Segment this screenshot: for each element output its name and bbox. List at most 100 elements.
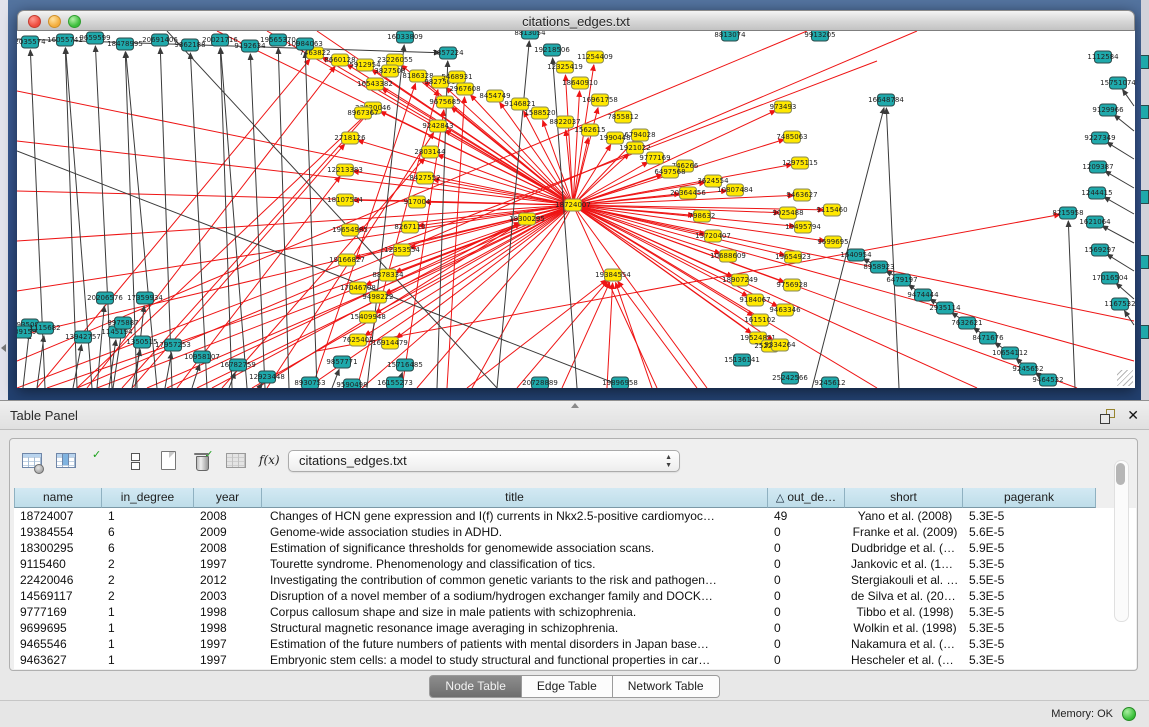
column-header-in_degree[interactable]: in_degree [102, 488, 194, 508]
window-resize-grip[interactable] [1117, 370, 1133, 386]
tab-edge-table[interactable]: Edge Table [522, 675, 613, 698]
column-header-label: pagerank [1004, 490, 1054, 504]
table-row[interactable]: 977716911998Corpus callosum shape and si… [14, 604, 1136, 620]
table-scrollbar[interactable] [1114, 460, 1129, 622]
table-settings-icon[interactable] [20, 449, 45, 474]
table-row[interactable]: 969969511998Structural magnetic resonanc… [14, 620, 1136, 636]
column-header-label: name [43, 490, 73, 504]
graph-edge [165, 353, 172, 388]
table-cell: de Silva et al. (2003) [845, 588, 963, 604]
table-row[interactable]: 946554611997Estimation of the future num… [14, 636, 1136, 652]
graph-edge [517, 281, 608, 388]
column-header-out_de[interactable]: △out_de… [768, 488, 845, 508]
table-cell: 5.6E-5 [963, 524, 1096, 540]
graph-node-label: 19384554 [595, 271, 631, 279]
graph-node-label: 1244415 [1081, 189, 1112, 197]
column-header-pagerank[interactable]: pagerank [963, 488, 1096, 508]
graph-node-label: 8267110 [394, 223, 425, 231]
split-pane-arrow-icon[interactable] [571, 403, 579, 408]
graph-node-label: 9025488 [772, 209, 803, 217]
table-row[interactable]: 911546021997Tourette syndrome. Phenomeno… [14, 556, 1136, 572]
network-canvas[interactable]: 1872400718300295193845547463822866012859… [17, 31, 1135, 388]
graph-node-label: 9184067 [739, 296, 770, 304]
graph-node-label: 5468931 [441, 73, 472, 81]
table-row[interactable]: 1456911722003Disruption of a novel membe… [14, 588, 1136, 604]
graph-node-label: 17046708 [340, 284, 376, 292]
table-cell: 5.3E-5 [963, 588, 1096, 604]
table-cell: 2008 [194, 508, 262, 524]
delete-icon[interactable] [190, 449, 215, 474]
column-header-name[interactable]: name [14, 488, 102, 508]
network-window[interactable]: citations_edges.txt 18724007183002951938… [17, 10, 1135, 388]
table-cell: 18300295 [14, 540, 102, 556]
table-scrollbar-thumb[interactable] [1116, 463, 1125, 485]
table-columns-icon[interactable] [54, 449, 79, 474]
table-row[interactable]: 946362711997Embryonic stem cells: a mode… [14, 652, 1136, 668]
memory-status-icon[interactable] [1122, 707, 1136, 721]
collapse-left-arrow-icon[interactable] [1, 344, 6, 352]
graph-node-label: 15720407 [695, 232, 731, 240]
graph-node-label: 12213383 [327, 166, 363, 174]
column-header-short[interactable]: short [845, 488, 963, 508]
status-bar: Memory: OK [0, 700, 1149, 727]
graph-node-label: 9474444 [907, 291, 939, 299]
background-node-fragment [1141, 190, 1149, 204]
close-panel-icon[interactable]: ✕ [1127, 407, 1139, 423]
table-row[interactable]: 2242004622012Investigating the contribut… [14, 572, 1136, 588]
network-window-titlebar[interactable]: citations_edges.txt [17, 10, 1135, 31]
graph-node-label: 9464532 [1032, 376, 1063, 384]
graph-edge [607, 283, 613, 388]
graph-node-label: 13942757 [65, 333, 101, 341]
rows-icon[interactable] [122, 449, 147, 474]
graph-node-label: 15409948 [350, 313, 386, 321]
graph-node-label: 20691406 [142, 36, 178, 44]
graph-node-label: 11254409 [577, 53, 613, 61]
graph-node-label: 8822037 [549, 118, 580, 126]
graph-node-label: 20021716 [202, 36, 238, 44]
graph-node-label: 1112584 [1087, 53, 1119, 61]
table-body: 1872400712008Changes of HCN gene express… [14, 508, 1136, 669]
graph-node-label: 9975887 [107, 319, 138, 327]
graph-node-label: 9463346 [769, 306, 801, 314]
graph-edge [30, 50, 45, 388]
graph-edge [573, 91, 580, 205]
table-cell: 19384554 [14, 524, 102, 540]
table-cell: 5.3E-5 [963, 604, 1096, 620]
table-cell: 5.3E-5 [963, 652, 1096, 668]
table-row[interactable]: 1830029562008Estimation of significance … [14, 540, 1136, 556]
table-cell: Stergiakouli et al. (2012) [845, 572, 963, 588]
table-toolbar: citations_edges.txt ▲ ▼ [10, 439, 1137, 484]
table-cell: Estimation of significance thresholds fo… [262, 540, 768, 556]
graph-node-label: 1621064 [1079, 218, 1111, 226]
table-row[interactable]: 1872400712008Changes of HCN gene express… [14, 508, 1136, 524]
tab-network-table[interactable]: Network Table [613, 675, 720, 698]
graph-node-label: 17359934 [127, 294, 163, 302]
column-header-label: year [216, 490, 239, 504]
network-desktop: citations_edges.txt 18724007183002951938… [0, 0, 1149, 400]
table-row[interactable]: 1938455462009Genome-wide association stu… [14, 524, 1136, 540]
tab-node-table[interactable]: Node Table [429, 675, 522, 698]
graph-node-label: 20728889 [522, 379, 558, 387]
column-header-year[interactable]: year [194, 488, 262, 508]
graph-edge [1104, 197, 1134, 214]
graph-node-label: 18300295 [509, 215, 545, 223]
table-cell: 0 [768, 620, 845, 636]
graph-node-label: 9590498 [336, 381, 367, 388]
table-cell: 1 [102, 604, 194, 620]
graph-node-label: 1615102 [744, 316, 775, 324]
table-cell: 0 [768, 652, 845, 668]
new-file-icon[interactable] [156, 449, 181, 474]
table-cell: 5.3E-5 [963, 636, 1096, 652]
function-icon[interactable] [258, 449, 283, 474]
graph-node-label: 16055741 [47, 36, 83, 44]
float-panel-icon[interactable] [1100, 409, 1115, 424]
graph-edge [573, 205, 1077, 388]
graph-node-label: 10654112 [992, 349, 1028, 357]
table-source-select[interactable]: citations_edges.txt ▲ ▼ [288, 450, 680, 472]
graph-node-label: 1588520 [524, 109, 555, 117]
column-header-title[interactable]: title [262, 488, 768, 508]
graph-node-label: 1167532 [1104, 300, 1135, 308]
graph-node-label: 3624554 [697, 177, 729, 185]
table-cell: 5.3E-5 [963, 620, 1096, 636]
select-rows-icon[interactable] [88, 449, 113, 474]
